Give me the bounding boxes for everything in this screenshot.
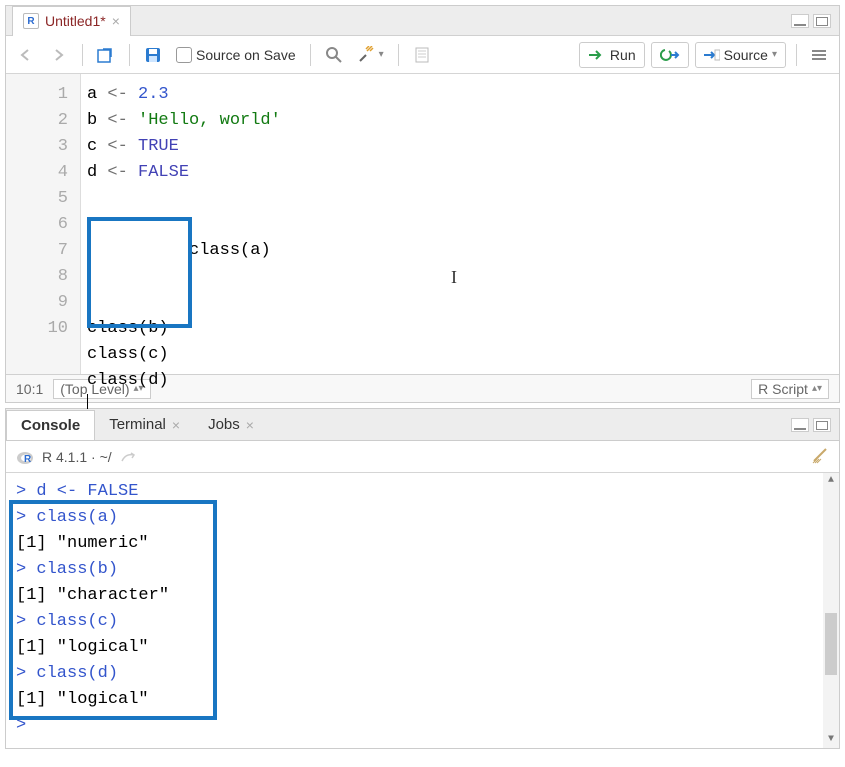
svg-text:R: R xyxy=(24,454,32,465)
code-area[interactable]: a <- 2.3 b <- 'Hello, world' c <- TRUE d… xyxy=(81,74,839,374)
source-on-save-label: Source on Save xyxy=(196,47,296,63)
console-prompt: > xyxy=(16,716,36,735)
checkbox-icon xyxy=(176,47,192,63)
maximize-pane-button[interactable] xyxy=(813,14,831,28)
console-command: class(b) xyxy=(36,560,118,579)
console-prompt: > xyxy=(16,664,36,683)
console-output-line: [1] "logical" xyxy=(16,638,149,657)
console-prompt: > xyxy=(16,482,36,501)
show-in-new-window-button[interactable] xyxy=(93,42,119,68)
broom-icon[interactable] xyxy=(811,446,829,467)
tab-title: Untitled1* xyxy=(45,13,106,29)
outline-button[interactable] xyxy=(807,42,831,68)
popout-icon[interactable] xyxy=(120,451,136,463)
vertical-scrollbar[interactable]: ▲ ▼ xyxy=(823,473,839,748)
line-number: 10 xyxy=(6,316,68,342)
console-output[interactable]: > d <- FALSE> class(a)[1] "numeric"> cla… xyxy=(6,473,839,748)
run-button[interactable]: Run xyxy=(579,42,645,68)
close-icon[interactable]: × xyxy=(112,13,120,29)
line-number: 3 xyxy=(6,134,68,160)
console-output-line: [1] "numeric" xyxy=(16,534,149,553)
source-tab-untitled1[interactable]: R Untitled1* × xyxy=(12,6,131,36)
highlight-annotation xyxy=(87,217,192,328)
console-command: class(a) xyxy=(36,508,118,527)
line-number: 8 xyxy=(6,264,68,290)
line-number: 7 xyxy=(6,238,68,264)
console-tab-bar: Console Terminal × Jobs × xyxy=(6,409,839,441)
line-number: 2 xyxy=(6,108,68,134)
pane-window-controls xyxy=(791,14,831,28)
cursor-position: 10:1 xyxy=(16,381,43,397)
r-logo-icon: R xyxy=(16,448,34,466)
scroll-down-icon[interactable]: ▼ xyxy=(825,734,837,746)
line-number: 6 xyxy=(6,212,68,238)
line-number: 1 xyxy=(6,82,68,108)
source-tab-bar: R Untitled1* × xyxy=(6,6,839,36)
source-on-save-checkbox[interactable]: Source on Save xyxy=(172,42,300,68)
console-output-line: [1] "logical" xyxy=(16,690,149,709)
forward-button[interactable] xyxy=(46,42,72,68)
console-output-line: [1] "character" xyxy=(16,586,169,605)
console-prompt: > xyxy=(16,508,36,527)
maximize-pane-button[interactable] xyxy=(813,418,831,432)
tab-console[interactable]: Console xyxy=(6,410,95,440)
console-command: d <- FALSE xyxy=(36,482,138,501)
scroll-up-icon[interactable]: ▲ xyxy=(825,475,837,487)
pane-window-controls xyxy=(791,418,831,432)
line-number: 9 xyxy=(6,290,68,316)
source-label: Source xyxy=(724,47,768,63)
find-replace-button[interactable] xyxy=(321,42,347,68)
code-tools-button[interactable]: ▾ xyxy=(353,42,388,68)
minimize-pane-button[interactable] xyxy=(791,14,809,28)
save-button[interactable] xyxy=(140,42,166,68)
run-label: Run xyxy=(610,47,636,63)
scrollbar-thumb[interactable] xyxy=(825,613,837,675)
tab-terminal[interactable]: Terminal × xyxy=(95,410,194,439)
chevron-down-icon: ▾ xyxy=(772,49,777,60)
source-button[interactable]: Source ▾ xyxy=(695,42,786,68)
source-pane: R Untitled1* × xyxy=(5,5,840,403)
console-command: class(d) xyxy=(36,664,118,683)
console-prompt: > xyxy=(16,560,36,579)
console-pane: Console Terminal × Jobs × R R 4.1.1 · ~/ xyxy=(5,408,840,749)
r-version-label: R 4.1.1 · ~/ xyxy=(42,449,112,465)
rerun-button[interactable] xyxy=(651,42,689,68)
r-file-icon: R xyxy=(23,13,39,29)
console-command: class(c) xyxy=(36,612,118,631)
console-prompt: > xyxy=(16,612,36,631)
back-button[interactable] xyxy=(14,42,40,68)
line-number-gutter: 1 2 3 4 5 6 7 8 9 10 xyxy=(6,74,81,374)
tab-jobs[interactable]: Jobs × xyxy=(194,410,268,439)
close-icon[interactable]: × xyxy=(172,417,180,433)
line-number: 5 xyxy=(6,186,68,212)
minimize-pane-button[interactable] xyxy=(791,418,809,432)
console-subheader: R R 4.1.1 · ~/ xyxy=(6,441,839,473)
code-editor[interactable]: 1 2 3 4 5 6 7 8 9 10 a <- 2.3 b <- 'Hell… xyxy=(6,74,839,374)
close-icon[interactable]: × xyxy=(246,417,254,433)
chevron-down-icon: ▾ xyxy=(379,49,384,60)
line-number: 4 xyxy=(6,160,68,186)
text-caret-icon: I xyxy=(451,264,457,290)
source-toolbar: Source on Save ▾ Run xyxy=(6,36,839,74)
compile-report-button[interactable] xyxy=(409,42,435,68)
